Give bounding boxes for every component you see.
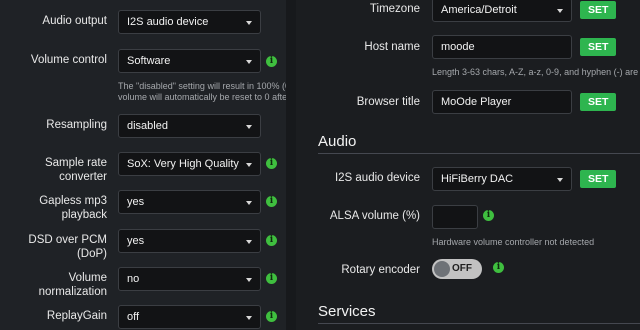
chevron-down-icon — [246, 163, 252, 167]
browser-title-value: MoOde Player — [441, 96, 512, 108]
alsa-volume-label: ALSA volume (%) — [329, 210, 420, 222]
audio-output-label: Audio output — [42, 15, 107, 27]
rotary-encoder-toggle[interactable]: OFF — [432, 259, 482, 279]
info-icon[interactable]: i — [266, 273, 277, 284]
audio-output-select[interactable]: I2S audio device — [118, 10, 261, 34]
gapless-label: Gapless mp3 playback — [39, 195, 107, 221]
resampling-select[interactable]: disabled — [118, 114, 261, 138]
timezone-label: Timezone — [369, 3, 420, 15]
system-settings-panel: Timezone America/Detroit SET Host name m… — [296, 0, 640, 330]
rotary-encoder-label: Rotary encoder — [341, 264, 420, 276]
mpd-settings-panel: Audio output I2S audio device Volume con… — [0, 0, 286, 330]
dsd-label: DSD over PCM (DoP) — [28, 234, 107, 260]
sample-rate-converter-select[interactable]: SoX: Very High Quality — [118, 152, 261, 176]
host-name-input[interactable]: moode — [432, 35, 572, 59]
volume-control-note-line1: The "disabled" setting will result in 10… — [118, 81, 286, 91]
chevron-down-icon — [246, 240, 252, 244]
chevron-down-icon — [557, 9, 563, 13]
info-icon[interactable]: i — [266, 235, 277, 246]
chevron-down-icon — [557, 178, 563, 182]
toggle-knob — [434, 261, 450, 277]
i2s-device-label: I2S audio device — [334, 172, 420, 184]
timezone-select[interactable]: America/Detroit — [432, 0, 572, 22]
volume-normalization-label: Volume normalization — [38, 272, 107, 298]
chevron-down-icon — [246, 278, 252, 282]
host-name-set-button[interactable]: SET — [580, 38, 617, 56]
chevron-down-icon — [246, 60, 252, 64]
audio-section-divider — [318, 153, 640, 154]
services-section-heading: Services — [318, 303, 376, 320]
replaygain-value: off — [127, 311, 140, 323]
info-icon[interactable]: i — [493, 262, 504, 273]
info-icon[interactable]: i — [266, 311, 277, 322]
chevron-down-icon — [246, 125, 252, 129]
panel-divider — [286, 0, 296, 330]
alsa-volume-input[interactable] — [432, 205, 478, 229]
chevron-down-icon — [246, 316, 252, 320]
browser-title-set-button[interactable]: SET — [580, 93, 617, 111]
volume-normalization-select[interactable]: no — [118, 267, 261, 291]
info-icon[interactable]: i — [266, 158, 277, 169]
alsa-volume-hint: Hardware volume controller not detected — [432, 237, 595, 247]
host-name-value: moode — [441, 41, 475, 53]
gapless-select[interactable]: yes — [118, 190, 261, 214]
resampling-value: disabled — [127, 120, 168, 132]
host-name-hint: Length 3-63 chars, A-Z, a-z, 0-9, and hy… — [432, 67, 640, 77]
audio-output-value: I2S audio device — [127, 16, 209, 28]
replaygain-select[interactable]: off — [118, 305, 261, 329]
volume-control-value: Software — [127, 55, 171, 67]
host-name-label: Host name — [364, 41, 420, 53]
info-icon[interactable]: i — [483, 210, 494, 221]
volume-normalization-value: no — [127, 273, 140, 285]
volume-control-label: Volume control — [30, 54, 107, 66]
i2s-device-set-button[interactable]: SET — [580, 170, 617, 188]
timezone-set-button[interactable]: SET — [580, 1, 617, 19]
info-icon[interactable]: i — [266, 56, 277, 67]
resampling-label: Resampling — [46, 119, 107, 131]
services-section-divider — [318, 323, 640, 324]
audio-section-heading: Audio — [318, 133, 357, 150]
dsd-value: yes — [127, 235, 145, 247]
volume-control-note-line2: volume will automatically be reset to 0 … — [118, 92, 286, 102]
browser-title-input[interactable]: MoOde Player — [432, 90, 572, 114]
dsd-select[interactable]: yes — [118, 229, 261, 253]
chevron-down-icon — [246, 21, 252, 25]
timezone-value: America/Detroit — [441, 4, 517, 16]
sample-rate-converter-value: SoX: Very High Quality — [127, 158, 239, 170]
browser-title-label: Browser title — [356, 96, 420, 108]
info-icon[interactable]: i — [266, 196, 277, 207]
sample-rate-converter-label: Sample rate converter — [44, 157, 107, 183]
toggle-state-label: OFF — [452, 263, 472, 274]
i2s-device-select[interactable]: HiFiBerry DAC — [432, 167, 572, 191]
replaygain-label: ReplayGain — [46, 310, 107, 322]
volume-control-select[interactable]: Software — [118, 49, 261, 73]
i2s-device-value: HiFiBerry DAC — [441, 173, 514, 185]
chevron-down-icon — [246, 201, 252, 205]
gapless-value: yes — [127, 196, 145, 208]
